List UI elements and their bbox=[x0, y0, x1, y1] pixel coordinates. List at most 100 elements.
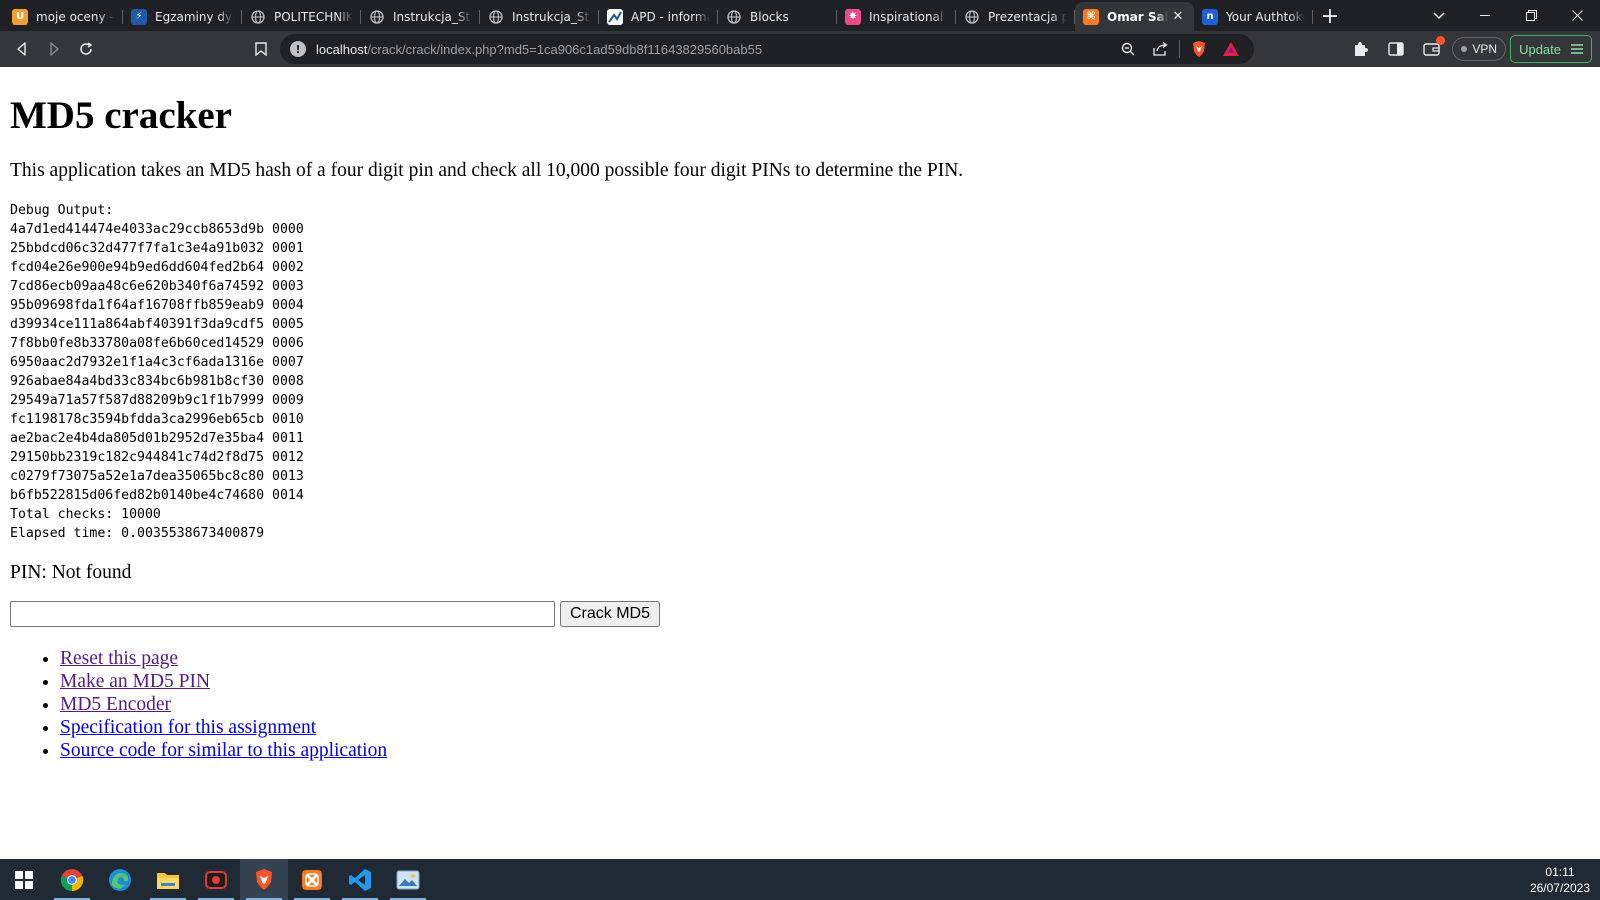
taskbar-brave[interactable] bbox=[240, 859, 288, 900]
links-list: Reset this pageMake an MD5 PINMD5 Encode… bbox=[10, 647, 1590, 762]
bookmark-icon[interactable] bbox=[245, 33, 277, 65]
debug-line: 926abae84a4bd33c834bc6b981b8cf30 0008 bbox=[10, 374, 304, 389]
taskbar-photos[interactable] bbox=[384, 859, 432, 900]
tab-title: Instrukcja_Stude bbox=[393, 9, 472, 24]
browser-tab[interactable]: ⌘ Omar Sallo✕ bbox=[1075, 2, 1194, 31]
debug-line: 29549a71a57f587d88209b9c1f1b7999 0009 bbox=[10, 393, 304, 408]
browser-tab[interactable]: ✸ Inspirational Qu bbox=[837, 2, 956, 31]
list-item: Make an MD5 PIN bbox=[60, 670, 1590, 693]
clock-time: 01:11 bbox=[1545, 864, 1575, 879]
start-button[interactable] bbox=[0, 859, 48, 900]
browser-tab[interactable]: Umoje oceny - oc bbox=[4, 2, 123, 31]
debug-line: 7cd86ecb09aa48c6e620b340f6a74592 0003 bbox=[10, 279, 304, 294]
screen-recorder-icon bbox=[205, 870, 227, 889]
window-controls bbox=[1416, 0, 1600, 31]
extensions-puzzle-icon[interactable] bbox=[1344, 33, 1376, 65]
notification-badge bbox=[1436, 36, 1446, 45]
reload-icon[interactable] bbox=[70, 33, 102, 65]
bolt-icon: ⚡ bbox=[131, 8, 147, 25]
debug-line: Elapsed time: 0.0035538673400879 bbox=[10, 526, 265, 541]
pin-result: PIN: Not found bbox=[10, 562, 132, 583]
page-link[interactable]: Source code for similar to this applicat… bbox=[60, 740, 387, 761]
site-info-icon[interactable]: ! bbox=[290, 41, 306, 57]
url-host: localhost bbox=[316, 41, 368, 57]
globe-icon bbox=[726, 9, 742, 25]
minimize-icon[interactable] bbox=[1462, 0, 1508, 31]
vpn-button[interactable]: VPN bbox=[1452, 37, 1507, 61]
share-icon[interactable] bbox=[1147, 36, 1173, 62]
intro-text: This application takes an MD5 hash of a … bbox=[10, 160, 964, 181]
close-window-icon[interactable] bbox=[1554, 0, 1600, 31]
page-link[interactable]: Make an MD5 PIN bbox=[60, 671, 210, 692]
debug-line: Total checks: 10000 bbox=[10, 507, 161, 522]
chrome-icon bbox=[60, 868, 84, 891]
taskbar-chrome[interactable] bbox=[48, 859, 96, 900]
zoom-icon[interactable] bbox=[1115, 36, 1141, 62]
toolbar-right-actions: VPN Update bbox=[1344, 33, 1592, 65]
debug-line: c0279f73075a52e1a7dea35065bc8c80 0013 bbox=[10, 469, 304, 484]
debug-line: fc1198178c3594bfdda3ca2996eb65cb 0010 bbox=[10, 412, 304, 427]
page-link[interactable]: MD5 Encoder bbox=[60, 694, 171, 715]
browser-tab[interactable]: Prezentacja pro bbox=[956, 2, 1075, 31]
debug-line: 7f8bb0fe8b33780a08fe6b60ced14529 0006 bbox=[10, 336, 304, 351]
address-bar[interactable]: ! localhost/crack/crack/index.php?md5=1c… bbox=[280, 34, 1254, 64]
vpn-status-dot-icon bbox=[1461, 46, 1468, 52]
taskbar-edge[interactable] bbox=[96, 859, 144, 900]
tab-title: Egzaminy dyplo bbox=[155, 9, 234, 24]
tab-list: Umoje oceny - oc ⚡ Egzaminy dyplo POLITECHN… bbox=[0, 0, 1313, 31]
taskbar-screen-recorder[interactable] bbox=[192, 859, 240, 900]
browser-toolbar: ! localhost/crack/crack/index.php?md5=1c… bbox=[0, 31, 1600, 67]
tab-search-chevron-icon[interactable] bbox=[1416, 0, 1462, 31]
ngrok-icon: n bbox=[1202, 8, 1218, 25]
page-title: MD5 cracker bbox=[10, 94, 232, 137]
md5-input[interactable] bbox=[10, 601, 555, 627]
start-menu-icon bbox=[15, 870, 33, 889]
forward-icon[interactable] bbox=[38, 33, 70, 65]
browser-tab[interactable]: n Your Authtoken bbox=[1194, 2, 1313, 31]
page-link[interactable]: Specification for this assignment bbox=[60, 717, 316, 738]
debug-header: Debug Output: bbox=[10, 203, 114, 218]
globe-icon bbox=[369, 9, 385, 25]
brave-rewards-icon[interactable] bbox=[1218, 36, 1244, 62]
tab-title: moje oceny - oc bbox=[36, 9, 115, 24]
page-link[interactable]: Reset this page bbox=[60, 648, 178, 669]
debug-output: Debug Output: 4a7d1ed414474e4033ac29ccb86… bbox=[10, 201, 1590, 543]
taskbar-file-explorer[interactable] bbox=[144, 859, 192, 900]
sidebar-toggle-icon[interactable] bbox=[1380, 33, 1412, 65]
browser-tab[interactable]: Blocks bbox=[718, 2, 837, 31]
crack-form: Crack MD5 bbox=[10, 601, 1590, 627]
tab-title: Prezentacja pro bbox=[988, 9, 1067, 24]
browser-tab-strip: Umoje oceny - oc ⚡ Egzaminy dyplo POLITECHN… bbox=[0, 0, 1600, 31]
usos-icon: U bbox=[12, 8, 28, 25]
brave-shields-icon[interactable] bbox=[1186, 36, 1212, 62]
update-button[interactable]: Update bbox=[1510, 35, 1592, 63]
tab-title: Omar Sallo bbox=[1107, 9, 1168, 24]
back-icon[interactable] bbox=[6, 33, 38, 65]
omnibox-separator bbox=[1179, 40, 1180, 58]
xampp-icon bbox=[302, 869, 322, 890]
tab-close-icon[interactable]: ✕ bbox=[1170, 9, 1186, 25]
vscode-icon bbox=[349, 868, 371, 891]
browser-tab[interactable]: APD - informacj bbox=[599, 2, 718, 31]
brave-wallet-icon[interactable] bbox=[1416, 33, 1448, 65]
list-item: Source code for similar to this applicat… bbox=[60, 739, 1590, 762]
browser-tab[interactable]: Instrukcja_Stude bbox=[361, 2, 480, 31]
browser-tab[interactable]: Instrukcja_Stude bbox=[480, 2, 599, 31]
url-path: /crack/crack/index.php?md5=1ca906c1ad59d… bbox=[367, 41, 763, 57]
taskbar-vscode[interactable] bbox=[336, 859, 384, 900]
tab-title: Inspirational Qu bbox=[869, 9, 948, 24]
tab-title: Instrukcja_Stude bbox=[512, 9, 591, 24]
brave-icon bbox=[256, 869, 272, 890]
windows-taskbar: 01:11 26/07/2023 bbox=[0, 859, 1600, 900]
restore-icon[interactable] bbox=[1508, 0, 1554, 31]
list-item: Reset this page bbox=[60, 647, 1590, 670]
system-clock[interactable]: 01:11 26/07/2023 bbox=[1530, 864, 1590, 896]
browser-tab[interactable]: ⚡ Egzaminy dyplo bbox=[123, 2, 242, 31]
taskbar-xampp[interactable] bbox=[288, 859, 336, 900]
browser-tab[interactable]: POLITECHNIKA bbox=[242, 2, 361, 31]
globe-icon bbox=[488, 9, 504, 25]
crack-md5-button[interactable]: Crack MD5 bbox=[560, 601, 661, 627]
debug-line: d39934ce111a864abf40391f3da9cdf5 0005 bbox=[10, 317, 304, 332]
url-text[interactable]: localhost/crack/crack/index.php?md5=1ca9… bbox=[316, 42, 1115, 57]
new-tab-button[interactable]: + bbox=[1313, 2, 1347, 31]
